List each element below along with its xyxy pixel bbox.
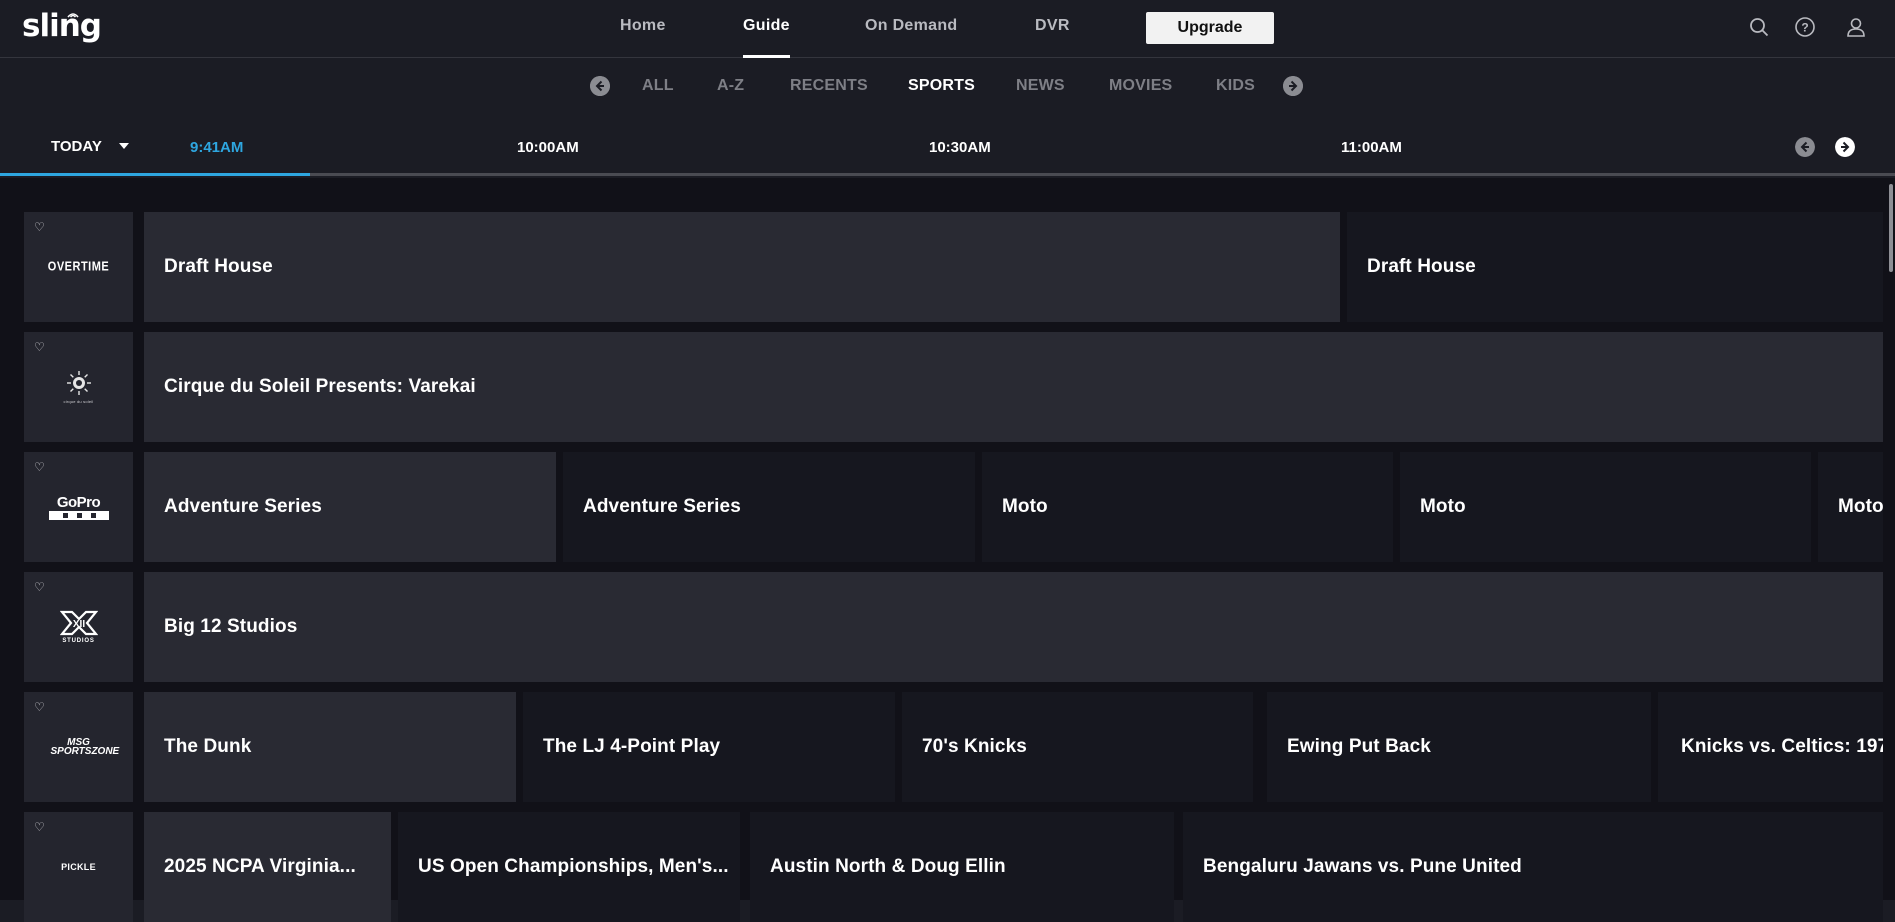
time-slot: 11:00AM xyxy=(1341,139,1402,156)
time-prev-arrow-icon[interactable] xyxy=(1795,137,1815,157)
program-cell[interactable]: Moto xyxy=(1818,452,1883,562)
category-sports[interactable]: SPORTS xyxy=(908,77,975,95)
category-kids[interactable]: KIDS xyxy=(1216,77,1255,95)
channel-cell[interactable]: cirque du soleil ♡ xyxy=(24,332,133,442)
channel-row: GoPro ♡ Adventure Series Adventure Serie… xyxy=(24,452,1883,562)
top-nav: sling Home Guide On Demand DVR Upgrade ? xyxy=(0,0,1895,58)
time-slot: 10:30AM xyxy=(929,139,991,156)
cirque-du-soleil-emblem-icon xyxy=(66,371,91,395)
program-cell[interactable]: Draft House xyxy=(144,212,1340,322)
program-cell[interactable]: Adventure Series xyxy=(563,452,975,562)
program-cell[interactable]: Moto xyxy=(982,452,1393,562)
program-cell[interactable]: 70's Knicks xyxy=(902,692,1253,802)
program-cell[interactable]: Big 12 Studios xyxy=(144,572,1883,682)
nav-guide[interactable]: Guide xyxy=(743,17,790,58)
caret-down-icon[interactable] xyxy=(119,143,129,149)
program-cell[interactable]: Knicks vs. Celtics: 1973 xyxy=(1658,692,1883,802)
channel-cell[interactable]: PICKLE ♡ xyxy=(24,812,133,922)
program-cell[interactable]: Adventure Series xyxy=(144,452,556,562)
channel-cell[interactable]: OVERTIME ♡ xyxy=(24,212,133,322)
category-all[interactable]: ALL xyxy=(642,77,674,95)
favorite-heart-icon[interactable]: ♡ xyxy=(34,460,45,474)
msg-sportszone-logo: MSG SPORTSZONE xyxy=(50,737,120,757)
channel-row: OVERTIME ♡ Draft House Draft House xyxy=(24,212,1883,322)
channel-row: cirque du soleil ♡ Cirque du Soleil Pres… xyxy=(24,332,1883,442)
category-news[interactable]: NEWS xyxy=(1016,77,1065,95)
channel-cell[interactable]: GoPro ♡ xyxy=(24,452,133,562)
nav-dvr[interactable]: DVR xyxy=(1035,17,1070,35)
channel-row: XII STUDIOS ♡ Big 12 Studios xyxy=(24,572,1883,682)
program-cell[interactable]: Cirque du Soleil Presents: Varekai xyxy=(144,332,1883,442)
time-bar: TODAY 9:41AM 10:00AM 10:30AM 11:00AM xyxy=(0,115,1895,177)
category-a-z[interactable]: A-Z xyxy=(717,77,744,95)
favorite-heart-icon[interactable]: ♡ xyxy=(34,700,45,714)
overtime-logo: OVERTIME xyxy=(47,259,110,275)
channel-cell[interactable]: XII STUDIOS ♡ xyxy=(24,572,133,682)
timeline-progress xyxy=(0,173,310,176)
favorite-heart-icon[interactable]: ♡ xyxy=(34,820,45,834)
current-time: 9:41AM xyxy=(190,139,244,156)
day-selector[interactable]: TODAY xyxy=(51,138,102,155)
upgrade-button[interactable]: Upgrade xyxy=(1146,12,1274,44)
help-icon[interactable]: ? xyxy=(1794,16,1816,38)
program-cell[interactable]: Draft House xyxy=(1347,212,1883,322)
channel-cell[interactable]: MSG SPORTSZONE ♡ xyxy=(24,692,133,802)
category-prev-arrow-icon[interactable] xyxy=(590,76,610,96)
program-cell[interactable]: Moto xyxy=(1400,452,1811,562)
category-next-arrow-icon[interactable] xyxy=(1283,76,1303,96)
svg-text:?: ? xyxy=(1801,21,1808,35)
gopro-tv-badge-icon xyxy=(48,510,109,520)
program-cell[interactable]: The Dunk xyxy=(144,692,516,802)
program-cell[interactable]: Austin North & Doug Ellin xyxy=(750,812,1174,922)
nav-on-demand[interactable]: On Demand xyxy=(865,17,958,35)
time-next-arrow-icon[interactable] xyxy=(1835,137,1855,157)
category-recents[interactable]: RECENTS xyxy=(790,77,868,95)
channel-row: PICKLE ♡ 2025 NCPA Virginia... US Open C… xyxy=(24,812,1883,922)
nav-home[interactable]: Home xyxy=(620,17,666,35)
favorite-heart-icon[interactable]: ♡ xyxy=(34,220,45,234)
guide-grid: OVERTIME ♡ Draft House Draft House cirqu… xyxy=(0,178,1895,922)
program-cell[interactable]: Bengaluru Jawans vs. Pune United xyxy=(1183,812,1883,922)
big-12-logo-icon: XII xyxy=(59,610,98,636)
favorite-heart-icon[interactable]: ♡ xyxy=(34,580,45,594)
svg-text:XII: XII xyxy=(72,619,84,630)
category-tabs: ALL A-Z RECENTS SPORTS NEWS MOVIES KIDS xyxy=(0,59,1895,115)
time-slot: 10:00AM xyxy=(517,139,579,156)
gopro-logo: GoPro xyxy=(56,493,101,511)
pickle-tv-logo: PICKLE xyxy=(61,862,96,872)
profile-icon[interactable] xyxy=(1845,16,1867,38)
program-cell[interactable]: US Open Championships, Men's... xyxy=(398,812,740,922)
channel-row: MSG SPORTSZONE ♡ The Dunk The LJ 4-Point… xyxy=(24,692,1883,802)
program-cell[interactable]: The LJ 4-Point Play xyxy=(523,692,895,802)
search-icon[interactable] xyxy=(1748,16,1770,38)
main-nav: Home Guide On Demand DVR xyxy=(0,0,1895,58)
category-movies[interactable]: MOVIES xyxy=(1109,77,1172,95)
program-cell[interactable]: 2025 NCPA Virginia... xyxy=(144,812,391,922)
favorite-heart-icon[interactable]: ♡ xyxy=(34,340,45,354)
program-cell[interactable]: Ewing Put Back xyxy=(1267,692,1651,802)
vertical-scrollbar[interactable] xyxy=(1889,184,1893,272)
